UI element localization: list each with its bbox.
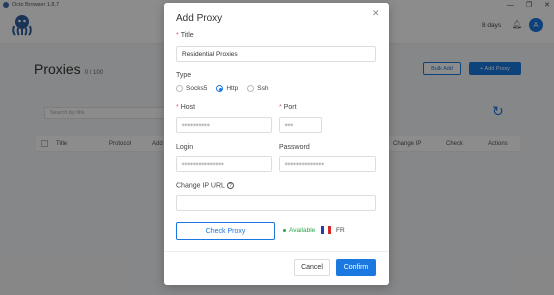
radio-ssh-indicator: [247, 85, 255, 92]
title-label-text: Title: [180, 32, 194, 39]
type-label: Type: [176, 72, 192, 79]
radio-socks5-indicator: [176, 85, 183, 92]
password-value: ▪▪▪▪▪▪▪▪▪▪▪▪▪▪: [285, 160, 325, 168]
radio-http-label: Http: [226, 85, 239, 92]
change-ip-url-input[interactable]: [176, 195, 376, 211]
country-code: FR: [336, 227, 345, 234]
type-radio-group: Socks5 Http Ssh: [176, 85, 268, 92]
radio-http[interactable]: Http: [216, 85, 238, 92]
close-icon[interactable]: ✕: [372, 8, 380, 19]
password-input[interactable]: ▪▪▪▪▪▪▪▪▪▪▪▪▪▪: [279, 156, 376, 172]
port-label: * Port: [279, 104, 297, 111]
login-input[interactable]: ▪▪▪▪▪▪▪▪▪▪▪▪▪▪▪: [176, 156, 272, 172]
login-value: ▪▪▪▪▪▪▪▪▪▪▪▪▪▪▪: [182, 160, 225, 168]
port-value: ▪▪▪: [285, 121, 294, 129]
title-input[interactable]: Residential Proxies: [176, 46, 376, 62]
login-label: Login: [176, 144, 194, 151]
host-label: * Host: [176, 104, 196, 111]
proxy-status: Available: [283, 227, 315, 234]
radio-ssh-label: Ssh: [257, 85, 269, 92]
radio-socks5[interactable]: Socks5: [176, 85, 207, 92]
confirm-button[interactable]: Confirm: [336, 259, 376, 276]
france-flag-icon: [321, 226, 331, 234]
radio-ssh[interactable]: Ssh: [247, 85, 268, 92]
change-ip-label: Change IP URL?: [176, 182, 234, 189]
change-ip-label-text: Change IP URL: [176, 182, 225, 190]
title-label: * Title: [176, 32, 194, 39]
modal-title: Add Proxy: [176, 13, 223, 24]
port-label-text: Port: [283, 104, 297, 111]
cancel-button[interactable]: Cancel: [294, 259, 330, 276]
radio-http-indicator: [216, 85, 224, 92]
footer-divider: [164, 251, 389, 252]
host-label-text: Host: [180, 104, 196, 111]
help-icon[interactable]: ?: [226, 182, 234, 189]
port-input[interactable]: ▪▪▪: [279, 117, 322, 133]
password-label: Password: [279, 144, 310, 151]
add-proxy-modal: Add Proxy ✕ * Title Residential Proxies T…: [164, 3, 389, 285]
status-dot-icon: [283, 229, 286, 232]
radio-socks5-label: Socks5: [186, 85, 208, 92]
status-text: Available: [289, 227, 316, 234]
host-input[interactable]: ▪▪▪▪▪▪▪▪▪▪: [176, 117, 272, 133]
check-proxy-button[interactable]: Check Proxy: [176, 222, 275, 240]
host-value: ▪▪▪▪▪▪▪▪▪▪: [182, 121, 211, 129]
